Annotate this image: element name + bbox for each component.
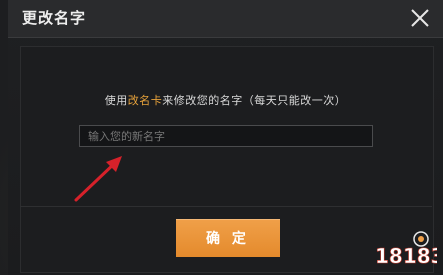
rename-card-highlight: 改名卡 [127, 94, 163, 107]
close-button[interactable] [405, 3, 435, 33]
close-icon [411, 9, 429, 27]
divider [20, 206, 432, 207]
dialog-title-bar: 更改名字 [8, 0, 443, 38]
instruction-prefix: 使用 [104, 94, 128, 107]
dialog-title: 更改名字 [22, 9, 87, 27]
instruction-text: 使用改名卡来修改您的名字（每天只能改一次） [8, 92, 443, 108]
svg-text:18183: 18183 [375, 244, 437, 268]
red-arrow-icon [74, 156, 122, 202]
confirm-button[interactable]: 确 定 [176, 219, 280, 257]
watermark-logo: 18183 [375, 231, 437, 268]
new-name-input[interactable] [79, 125, 373, 147]
instruction-suffix: 来修改您的名字（每天只能改一次） [162, 94, 347, 107]
